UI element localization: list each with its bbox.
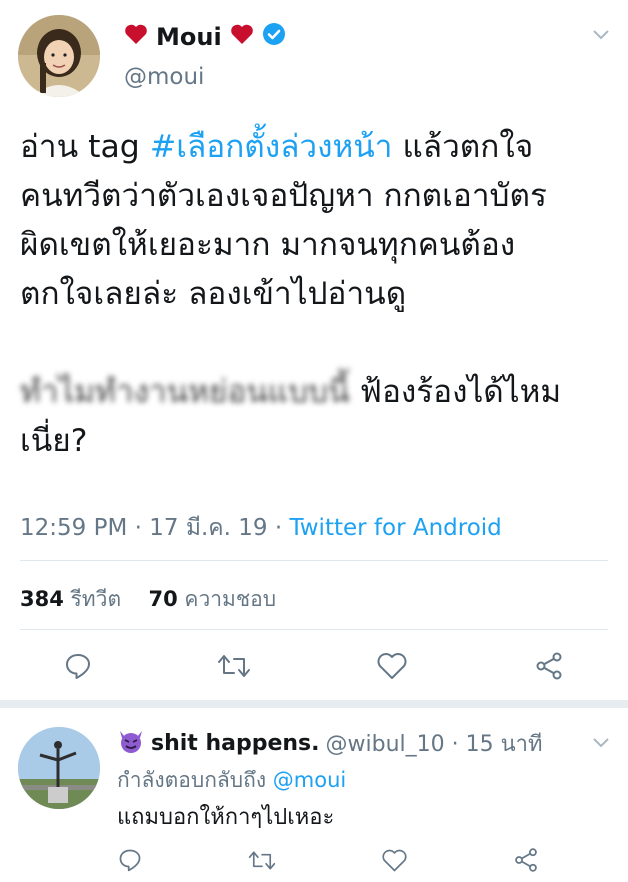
replying-to: กำลังตอบกลับถึง @moui bbox=[117, 764, 346, 797]
section-separator bbox=[0, 700, 628, 708]
tweet-text: อ่าน tag #เลือกตั้งล่วงหน้า แล้วตกใจ คนท… bbox=[20, 123, 610, 466]
tweet-stats: 384 รีทวีต 70 ความชอบ bbox=[20, 583, 276, 616]
like-stat[interactable]: 70 ความชอบ bbox=[148, 587, 276, 611]
tweet-line-2: คนทวีตว่าตัวเองเจอปัญหา กกตเอาบัตร bbox=[20, 178, 547, 214]
tweet-line-5: ทำไมทำงานหย่อนแบบนี้ ฟ้องร้องได้ไหม bbox=[20, 368, 610, 417]
author-avatar[interactable] bbox=[18, 15, 100, 97]
tweet-line-3: ผิดเขตให้เยอะมาก มากจนทุกคนต้อง bbox=[20, 227, 516, 263]
replying-to-label: กำลังตอบกลับถึง bbox=[117, 768, 273, 792]
mention-link[interactable]: @moui bbox=[273, 768, 346, 792]
chevron-down-icon[interactable] bbox=[592, 22, 610, 46]
retweet-stat[interactable]: 384 รีทวีต bbox=[20, 587, 121, 611]
reply-header: shit happens. @wibul_10 · 15 นาที bbox=[117, 726, 543, 761]
retweet-icon[interactable] bbox=[242, 840, 282, 880]
tweet-line-1: อ่าน tag #เลือกตั้งล่วงหน้า แล้วตกใจ bbox=[20, 123, 610, 172]
tweet-text-segment: แล้วตกใจ bbox=[392, 129, 534, 165]
like-icon[interactable] bbox=[374, 840, 414, 880]
tweet-timestamp[interactable]: 12:59 PM · 17 มี.ค. 19 · bbox=[20, 515, 290, 541]
hashtag-link[interactable]: #เลือกตั้งล่วงหน้า bbox=[150, 129, 393, 165]
divider bbox=[20, 629, 608, 630]
heart-icon bbox=[124, 23, 148, 51]
reply-handle-time[interactable]: @wibul_10 · 15 นาที bbox=[326, 726, 543, 761]
author-name: Moui bbox=[156, 23, 222, 51]
like-label: ความชอบ bbox=[184, 587, 277, 611]
reply-author-name[interactable]: shit happens. bbox=[151, 731, 320, 756]
retweet-count: 384 bbox=[20, 587, 64, 611]
blurred-text: ทำไมทำงานหย่อนแบบนี้ bbox=[20, 374, 350, 410]
tweet-meta: 12:59 PM · 17 มี.ค. 19 · Twitter for And… bbox=[20, 510, 502, 546]
tweet-text-segment: ฟ้องร้องได้ไหม bbox=[349, 374, 562, 410]
like-icon[interactable] bbox=[372, 646, 412, 686]
verified-badge-icon bbox=[262, 22, 286, 52]
tweet-line-6: เนี่ย? bbox=[20, 423, 88, 459]
retweet-label: รีทวีต bbox=[70, 587, 122, 611]
like-count: 70 bbox=[148, 587, 178, 611]
reply-text: แถมบอกให้กาๆไปเหอะ bbox=[117, 805, 335, 830]
author-handle[interactable]: @moui bbox=[124, 64, 204, 90]
share-icon[interactable] bbox=[506, 840, 546, 880]
reply-author-avatar[interactable] bbox=[18, 727, 100, 809]
retweet-icon[interactable] bbox=[214, 646, 254, 686]
heart-icon bbox=[230, 23, 254, 51]
chevron-down-icon[interactable] bbox=[592, 730, 610, 754]
tweet-source[interactable]: Twitter for Android bbox=[290, 515, 502, 541]
reply-icon[interactable] bbox=[58, 646, 98, 686]
divider bbox=[20, 560, 608, 561]
tweet-line-4: ตกใจเลยล่ะ ลองเข้าไปอ่านดู bbox=[20, 276, 407, 312]
devil-emoji-icon bbox=[117, 728, 145, 760]
reply-icon[interactable] bbox=[110, 840, 150, 880]
share-icon[interactable] bbox=[529, 646, 569, 686]
tweet-text-segment: อ่าน tag bbox=[20, 129, 150, 165]
author-name-row[interactable]: Moui bbox=[124, 22, 286, 52]
